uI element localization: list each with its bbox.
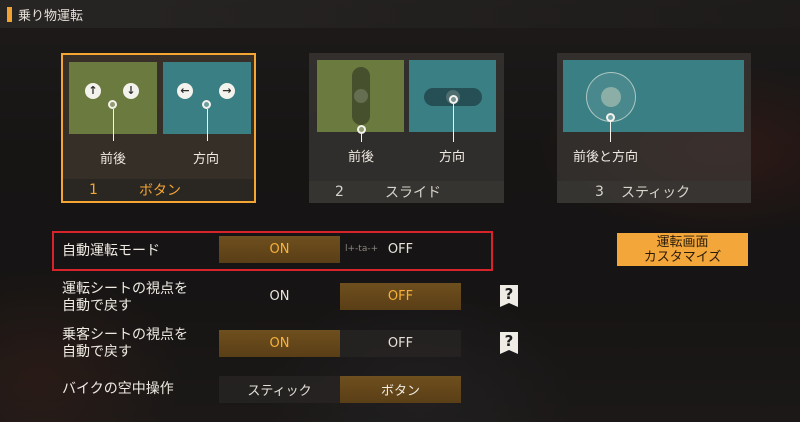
mode-number: 1 xyxy=(89,182,98,198)
caption-line xyxy=(207,109,208,141)
driver-view-label-line2: 自動で戻す xyxy=(62,298,132,314)
passenger-view-label-line1: 乗客シートの視点を xyxy=(62,327,188,343)
mode-card-button[interactable]: ↑ ↓ ← → 前後 方向 1 ボタン xyxy=(61,53,256,203)
passenger-view-label-line2: 自動で戻す xyxy=(62,344,132,360)
driver-view-off-button[interactable]: OFF xyxy=(340,283,461,310)
mode-card-footer: 2 スライド xyxy=(309,181,504,203)
page-title: 乗り物運転 xyxy=(18,8,84,24)
pointer-dot-icon xyxy=(357,125,366,134)
driver-view-label-line1: 運転シートの視点を xyxy=(62,281,188,297)
arrow-down-icon: ↓ xyxy=(123,83,139,99)
driver-view-on-button[interactable]: ON xyxy=(219,283,340,310)
caption-forward-back: 前後 xyxy=(348,150,375,165)
caption-line xyxy=(361,134,362,142)
mode-card-stick[interactable]: 前後と方向 3 スティック xyxy=(557,53,751,203)
customize-screen-line1: 運転画面 xyxy=(656,234,709,250)
mode-number: 3 xyxy=(595,184,604,200)
arrow-left-icon: ← xyxy=(177,83,193,99)
arrow-right-icon: → xyxy=(219,83,235,99)
stick-core-icon xyxy=(601,87,621,107)
mode-label: スライド xyxy=(385,185,441,201)
bike-air-button-option[interactable]: ボタン xyxy=(340,376,461,403)
pointer-dot-icon xyxy=(449,95,458,104)
caption-direction: 方向 xyxy=(439,150,466,165)
tile-stick xyxy=(563,60,744,132)
mode-card-slide[interactable]: 前後 方向 2 スライド xyxy=(309,53,504,203)
caption-line xyxy=(453,104,454,142)
customize-screen-line2: カスタマイズ xyxy=(643,249,722,265)
mode-card-footer: 3 スティック xyxy=(557,181,751,203)
caption-line xyxy=(610,122,611,142)
arrow-up-icon: ↑ xyxy=(85,83,101,99)
customize-screen-button[interactable]: 運転画面 カスタマイズ xyxy=(617,233,748,266)
vertical-slider-icon xyxy=(352,67,370,125)
caption-forward-back-direction: 前後と方向 xyxy=(573,150,639,165)
mode-card-footer: 1 ボタン xyxy=(63,179,254,201)
caption-line xyxy=(113,109,114,141)
mode-label: スティック xyxy=(621,185,691,201)
caption-forward-back: 前後 xyxy=(100,152,127,167)
bike-air-stick-button[interactable]: スティック xyxy=(219,376,340,403)
bike-air-label: バイクの空中操作 xyxy=(62,381,174,397)
tile-forward-back xyxy=(317,60,404,132)
mode-number: 2 xyxy=(335,184,344,200)
auto-drive-off-button[interactable]: OFF xyxy=(340,236,461,263)
caption-direction: 方向 xyxy=(193,152,220,167)
auto-drive-label: 自動運転モード xyxy=(62,243,160,259)
slider-knob xyxy=(354,89,368,103)
pointer-dot-icon xyxy=(202,100,211,109)
header-accent-bar xyxy=(7,6,12,22)
pointer-dot-icon xyxy=(606,113,615,122)
passenger-view-off-button[interactable]: OFF xyxy=(340,330,461,357)
auto-drive-on-button[interactable]: ON xyxy=(219,236,340,263)
page-header: 乗り物運転 xyxy=(0,0,800,28)
mode-label: ボタン xyxy=(139,183,181,199)
passenger-view-on-button[interactable]: ON xyxy=(219,330,340,357)
pointer-dot-icon xyxy=(108,100,117,109)
